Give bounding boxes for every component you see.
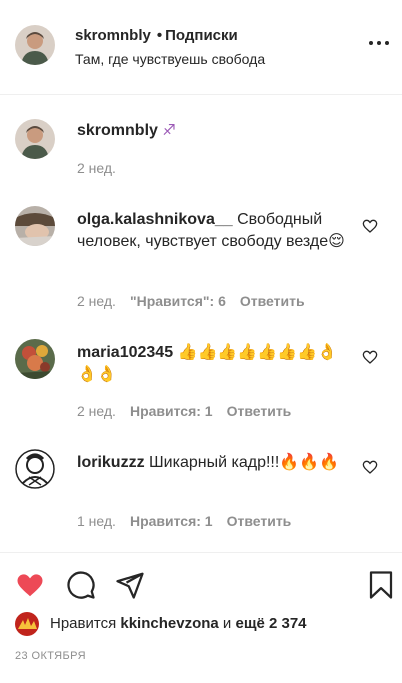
comment-meta: 2 нед. Нравится: 1 Ответить (77, 403, 305, 419)
like-comment-heart-icon[interactable] (362, 459, 378, 475)
sagittarius-emoji: ♐ (162, 122, 176, 139)
location-label[interactable]: Там, где чувствуешь свобода (75, 51, 265, 67)
comment-text: maria102345 👍👍👍👍👍👍👍👌👌👌 (77, 342, 347, 386)
likes-text: Нравится kkinchevzona и ещё 2 374 (50, 615, 307, 632)
commenter-avatar[interactable] (15, 449, 55, 489)
comment-likes-count[interactable]: Нравится: 1 (130, 513, 213, 529)
post-header: skromnbly • Подписки Там, где чувствуешь с… (0, 0, 402, 95)
comment-username[interactable]: olga.kalashnikova__ (77, 211, 233, 228)
comment-meta: 1 нед. Нравится: 1 Ответить (77, 513, 305, 529)
comment-text: olga.kalashnikova__ Свободный человек, ч… (77, 209, 347, 253)
likes-connector: и (222, 615, 232, 632)
likes-prefix: Нравится (50, 615, 117, 632)
liker-avatar[interactable] (15, 612, 39, 636)
comment-likes-count[interactable]: Нравится: 1 (130, 403, 213, 419)
bookmark-icon[interactable] (366, 570, 396, 600)
like-comment-heart-icon[interactable] (362, 218, 378, 234)
like-comment-heart-icon[interactable] (362, 349, 378, 365)
section-divider (0, 552, 402, 553)
comment-time: 2 нед. (77, 403, 116, 419)
comment-row: olga.kalashnikova__ Свободный человек, ч… (0, 200, 402, 315)
caption-username[interactable]: skromnbly (77, 122, 158, 139)
post-caption-row: skromnbly ♐ 2 нед. (0, 110, 402, 185)
author-avatar[interactable] (15, 119, 55, 159)
action-bar (0, 560, 402, 610)
caption-time: 2 нед. (77, 160, 116, 176)
comment-text: lorikuzzz Шикарный кадр!!!🔥🔥🔥 (77, 452, 347, 474)
share-icon[interactable] (115, 570, 145, 600)
reply-button[interactable]: Ответить (227, 403, 292, 419)
caption-meta: 2 нед. (77, 160, 130, 176)
header-title-line: skromnbly • Подписки (75, 27, 238, 44)
liker-username[interactable]: kkinchevzona (120, 615, 218, 632)
separator-dot: • (156, 27, 163, 44)
author-username[interactable]: skromnbly (75, 27, 151, 44)
comment-username[interactable]: maria102345 (77, 344, 173, 361)
comment-row: lorikuzzz Шикарный кадр!!!🔥🔥🔥 1 нед. Нрав… (0, 443, 402, 538)
post-date[interactable]: 23 ОКТЯБРЯ (15, 650, 86, 662)
caption-text: skromnbly ♐ (77, 120, 347, 142)
commenter-avatar[interactable] (15, 339, 55, 379)
follow-button[interactable]: Подписки (165, 27, 238, 44)
comment-meta: 2 нед. "Нравится": 6 Ответить (77, 293, 319, 309)
likes-count[interactable]: ещё 2 374 (235, 615, 306, 632)
author-avatar[interactable] (15, 25, 55, 65)
comment-row: maria102345 👍👍👍👍👍👍👍👌👌👌 2 нед. Нравится: 1… (0, 333, 402, 428)
more-horizontal-icon[interactable] (368, 36, 390, 50)
reply-button[interactable]: Ответить (227, 513, 292, 529)
comment-username[interactable]: lorikuzzz (77, 454, 145, 471)
heart-icon[interactable] (15, 570, 45, 600)
reply-button[interactable]: Ответить (240, 293, 305, 309)
commenter-avatar[interactable] (15, 206, 55, 246)
comment-body: Шикарный кадр!!!🔥🔥🔥 (149, 454, 340, 471)
comment-time: 2 нед. (77, 293, 116, 309)
comment-icon[interactable] (66, 570, 96, 600)
comment-likes-count[interactable]: "Нравится": 6 (130, 293, 226, 309)
comment-time: 1 нед. (77, 513, 116, 529)
